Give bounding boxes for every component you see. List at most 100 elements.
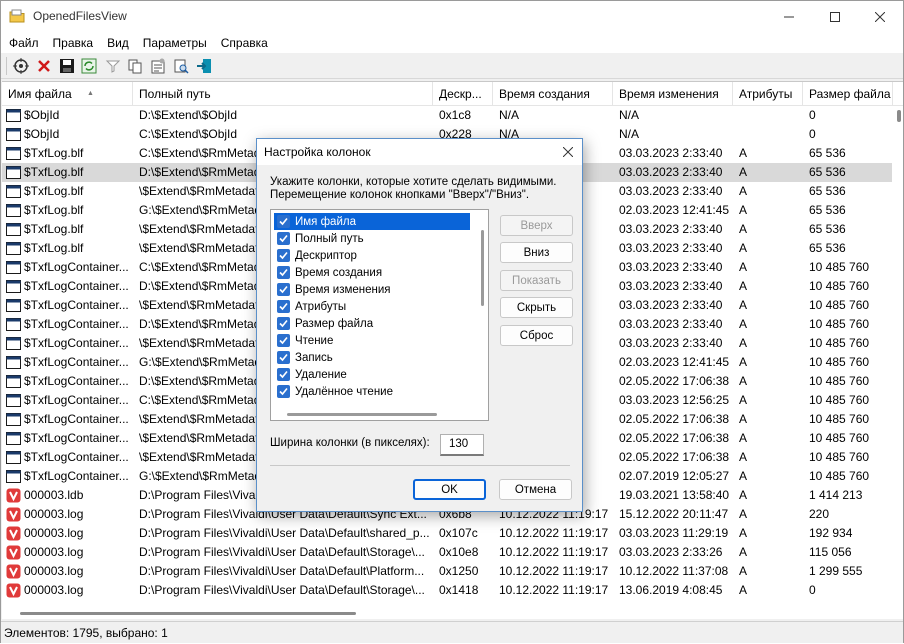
- table-row[interactable]: 000003.log D:\Program Files\Vivaldi\User …: [2, 581, 892, 600]
- table-cell: A: [739, 260, 748, 274]
- close-button[interactable]: [857, 1, 903, 32]
- save-button[interactable]: [57, 56, 77, 76]
- toolbar-separator: [6, 57, 7, 75]
- vertical-scrollbar[interactable]: [893, 106, 903, 606]
- checkbox-checked-icon[interactable]: [277, 334, 290, 347]
- dialog-close-button[interactable]: [558, 142, 578, 162]
- checklist-item[interactable]: Удаление: [274, 366, 470, 383]
- close-handle-button[interactable]: [34, 56, 54, 76]
- copy-button[interactable]: [125, 56, 145, 76]
- checklist-item[interactable]: Чтение: [274, 332, 470, 349]
- checklist-item[interactable]: Удалённое чтение: [274, 383, 470, 400]
- checklist-vertical-scrollbar[interactable]: [481, 230, 484, 306]
- table-row[interactable]: 000003.log D:\Program Files\Vivaldi\User …: [2, 524, 892, 543]
- checkbox-checked-icon[interactable]: [277, 351, 290, 364]
- checklist-item[interactable]: Имя файла: [274, 213, 470, 230]
- checkbox-checked-icon[interactable]: [277, 249, 290, 262]
- exit-button[interactable]: [194, 56, 214, 76]
- minimize-icon: [784, 16, 794, 17]
- column-header-filename[interactable]: Имя файла ▲: [2, 82, 133, 106]
- menu-edit[interactable]: Правка: [46, 33, 101, 53]
- move-down-button[interactable]: Вниз: [500, 242, 573, 263]
- target-button[interactable]: [11, 56, 31, 76]
- checkbox-checked-icon[interactable]: [277, 232, 290, 245]
- column-header-modified[interactable]: Время изменения: [613, 82, 733, 106]
- column-width-input[interactable]: 130: [440, 434, 484, 456]
- column-header-attributes[interactable]: Атрибуты: [733, 82, 803, 106]
- table-cell: N/A: [499, 108, 520, 122]
- table-cell: $TxfLogContainer...: [24, 450, 129, 464]
- table-cell: 13.06.2019 4:08:45: [619, 583, 723, 597]
- table-cell: 10 485 760: [809, 260, 870, 274]
- checkbox-checked-icon[interactable]: [277, 215, 290, 228]
- properties-button[interactable]: [148, 56, 168, 76]
- menu-options[interactable]: Параметры: [136, 33, 214, 53]
- show-button[interactable]: Показать: [500, 270, 573, 291]
- table-cell: A: [739, 355, 748, 369]
- dialog-title: Настройка колонок: [257, 139, 582, 165]
- table-cell: 10 485 760: [809, 336, 870, 350]
- minimize-button[interactable]: [766, 1, 812, 32]
- column-header-handle[interactable]: Дескр...: [433, 82, 493, 106]
- exit-icon: [197, 59, 211, 73]
- table-cell: A: [739, 203, 748, 217]
- checklist-item[interactable]: Время создания: [274, 264, 470, 281]
- table-row[interactable]: 000003.log D:\Program Files\Vivaldi\User …: [2, 562, 892, 581]
- table-cell: 03.03.2023 2:33:26: [619, 545, 723, 559]
- list-header: Имя файла ▲ Полный путь Дескр... Время с…: [2, 82, 903, 106]
- table-cell: A: [739, 469, 748, 483]
- table-cell: [733, 106, 803, 125]
- refresh-button[interactable]: [79, 56, 99, 76]
- checklist-horizontal-scrollbar[interactable]: [287, 413, 437, 416]
- table-cell: 02.03.2023 12:41:45: [619, 203, 730, 217]
- checkbox-checked-icon[interactable]: [277, 385, 290, 398]
- column-settings-dialog: Настройка колонок Укажите колонки, котор…: [256, 138, 583, 512]
- checklist-label: Запись: [295, 351, 333, 364]
- table-cell: D:\Program Files\Vivaldi\User Data\Defau…: [139, 526, 430, 540]
- checklist-item[interactable]: Полный путь: [274, 230, 470, 247]
- checkbox-checked-icon[interactable]: [277, 266, 290, 279]
- cancel-button[interactable]: Отмена: [499, 479, 572, 500]
- close-icon: [563, 147, 573, 157]
- system-file-icon: [6, 451, 21, 464]
- checklist-item[interactable]: Размер файла: [274, 315, 470, 332]
- column-header-size[interactable]: Размер файла: [803, 82, 893, 106]
- columns-checklist[interactable]: Имя файла Полный путь Дескриптор Время созд…: [270, 209, 489, 421]
- description-line: Перемещение колонок кнопками "Вверх"/"Вн…: [270, 189, 530, 201]
- column-header-fullpath[interactable]: Полный путь: [133, 82, 433, 106]
- column-header-created[interactable]: Время создания: [493, 82, 613, 106]
- checklist-item[interactable]: Атрибуты: [274, 298, 470, 315]
- table-cell: 10.12.2022 11:19:17: [499, 526, 609, 540]
- table-cell: $TxfLogContainer...: [24, 260, 129, 274]
- checklist-item[interactable]: Дескриптор: [274, 247, 470, 264]
- maximize-icon: [830, 11, 840, 22]
- maximize-button[interactable]: [812, 1, 858, 32]
- menu-help[interactable]: Справка: [214, 33, 275, 53]
- horizontal-scrollbar[interactable]: [2, 607, 903, 619]
- find-button[interactable]: [171, 56, 191, 76]
- table-cell: 65 536: [809, 203, 846, 217]
- checklist-item[interactable]: Время изменения: [274, 281, 470, 298]
- menu-file[interactable]: Файл: [1, 33, 46, 53]
- table-cell: 0: [809, 108, 816, 122]
- scroll-thumb[interactable]: [20, 612, 356, 615]
- filter-button[interactable]: [103, 56, 123, 76]
- scroll-thumb[interactable]: [897, 110, 901, 122]
- checkbox-checked-icon[interactable]: [277, 368, 290, 381]
- hide-button[interactable]: Скрыть: [500, 297, 573, 318]
- table-cell: A: [739, 146, 748, 160]
- ok-button[interactable]: OK: [413, 479, 486, 500]
- reset-button[interactable]: Сброс: [500, 325, 573, 346]
- table-cell: 10 485 760: [809, 279, 870, 293]
- table-cell: 0x1c8: [439, 108, 472, 122]
- table-cell: $TxfLog.blf: [24, 165, 84, 179]
- table-cell: A: [739, 336, 748, 350]
- move-up-button[interactable]: Вверх: [500, 215, 573, 236]
- checkbox-checked-icon[interactable]: [277, 317, 290, 330]
- table-row[interactable]: $ObjId D:\$Extend\$ObjId 0x1c8 N/A N/A 0: [2, 106, 892, 125]
- checkbox-checked-icon[interactable]: [277, 283, 290, 296]
- menu-view[interactable]: Вид: [100, 33, 136, 53]
- checklist-item[interactable]: Запись: [274, 349, 470, 366]
- checkbox-checked-icon[interactable]: [277, 300, 290, 313]
- table-row[interactable]: 000003.log D:\Program Files\Vivaldi\User …: [2, 543, 892, 562]
